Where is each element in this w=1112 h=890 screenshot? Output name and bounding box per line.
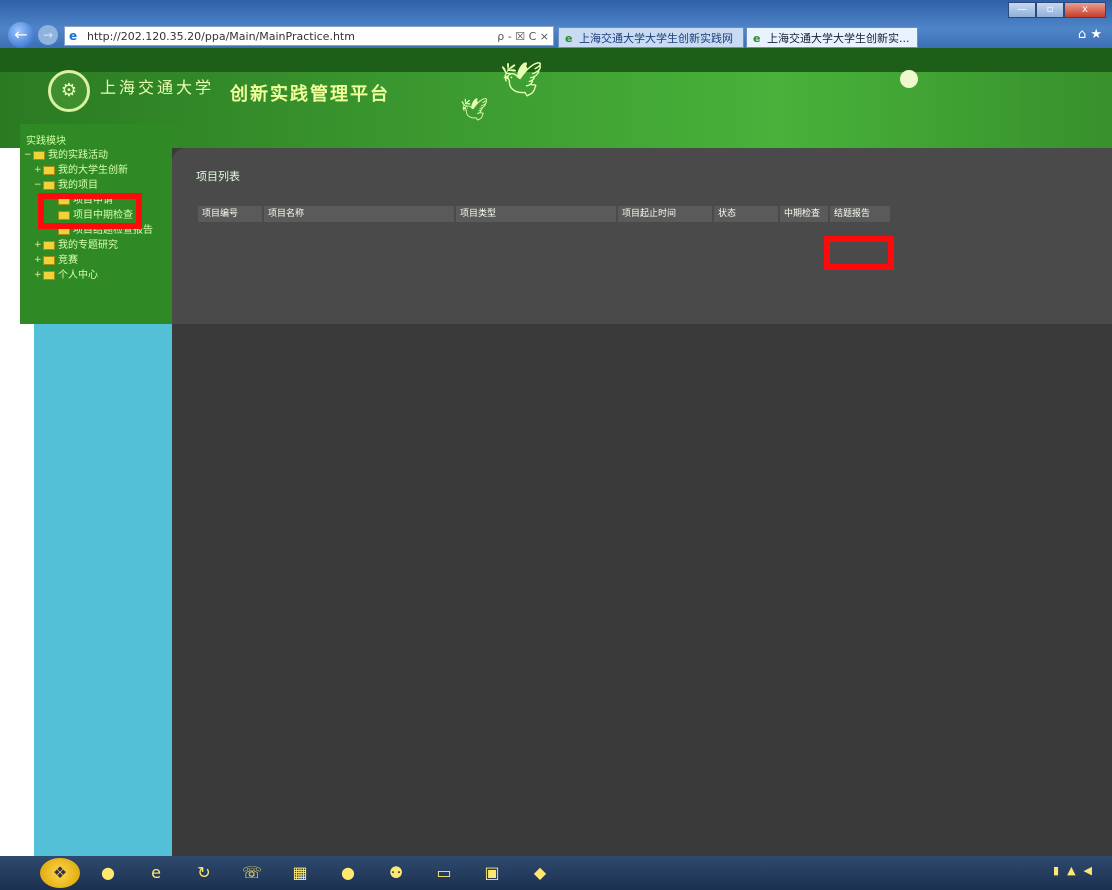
taskbar-app[interactable]: ●	[328, 858, 368, 888]
image-icon: ▣	[484, 863, 500, 882]
ie-tab-icon: e	[565, 32, 573, 45]
address-tools[interactable]: ρ - ☒ C ×	[497, 30, 553, 43]
expand-icon: +	[34, 240, 42, 250]
taskbar-app[interactable]: ▦	[280, 858, 320, 888]
table-row[interactable]	[198, 286, 918, 307]
browser-chrome: — ▫ x ← → e http://202.120.35.20/ppa/Mai…	[0, 0, 1112, 48]
table-row[interactable]	[198, 306, 918, 327]
folder-icon: ▭	[436, 863, 452, 882]
address-url[interactable]: http://202.120.35.20/ppa/Main/MainPracti…	[87, 30, 497, 43]
table-row[interactable]	[198, 347, 918, 368]
table-row[interactable]	[198, 224, 918, 245]
tree-item-practice[interactable]: − 我的实践活动	[24, 148, 153, 163]
arrow-right-icon: →	[42, 28, 54, 42]
folder-icon	[43, 271, 55, 280]
media-icon: ◆	[533, 863, 547, 882]
taskbar-app[interactable]: ⚉	[376, 858, 416, 888]
taskbar-app[interactable]: ●	[88, 858, 128, 888]
tree-item-innovation[interactable]: + 我的大学生创新	[24, 163, 153, 178]
start-button[interactable]: ❖	[40, 858, 80, 888]
column-header: 项目名称	[264, 206, 454, 222]
platform-title: 创新实践管理平台	[230, 84, 390, 105]
sidebar-column	[34, 324, 186, 856]
folder-icon	[43, 166, 55, 175]
ie-icon: e	[151, 863, 161, 882]
column-header: 中期检查	[780, 206, 828, 222]
taskbar-app[interactable]: ▭	[424, 858, 464, 888]
table-row[interactable]	[198, 327, 918, 348]
taskbar-app[interactable]: ▣	[472, 858, 512, 888]
column-header: 状态	[714, 206, 778, 222]
chart-icon: ▦	[292, 863, 308, 882]
browser-tab-2[interactable]: e 上海交通大学大学生创新实... ×	[746, 27, 918, 48]
table-header: 项目编号 项目名称 项目类型 项目起止时间 状态 中期检查 结题报告	[198, 206, 908, 222]
highlight-box-sidebar	[38, 193, 142, 229]
highlight-box-table	[824, 236, 894, 270]
restore-button[interactable]: ▫	[1036, 2, 1064, 18]
system-tray[interactable]: ▮ ▲ ◀	[1053, 864, 1092, 877]
round-icon	[900, 70, 918, 88]
tree-item-research[interactable]: + 我的专题研究	[24, 238, 153, 253]
toolbar-icons[interactable]: ⌂ ★	[1078, 27, 1102, 42]
column-header: 项目起止时间	[618, 206, 712, 222]
school-name: 上海交通大学	[100, 78, 215, 97]
user-icon: ●	[101, 863, 115, 882]
tree-item-personal[interactable]: + 个人中心	[24, 268, 153, 283]
window-controls: — ▫ x	[1008, 2, 1106, 18]
folder-icon	[43, 256, 55, 265]
expand-icon: −	[34, 180, 42, 190]
flag-icon: ▮	[1053, 864, 1060, 877]
windows-icon: ❖	[52, 863, 68, 882]
ie-tab-icon: e	[753, 32, 761, 45]
sidebar-title: 实践模块	[26, 136, 66, 147]
address-bar[interactable]: e http://202.120.35.20/ppa/Main/MainPrac…	[64, 26, 554, 46]
taskbar-app[interactable]: ◆	[520, 858, 560, 888]
taskbar-app[interactable]: ☏	[232, 858, 272, 888]
table-row[interactable]	[198, 245, 918, 266]
network-icon: ▲	[1067, 864, 1076, 877]
folder-icon	[43, 181, 55, 190]
minimize-button[interactable]: —	[1008, 2, 1036, 18]
header-band	[0, 48, 1112, 72]
expand-icon: −	[24, 150, 32, 160]
taskbar-app[interactable]: ↻	[184, 858, 224, 888]
forward-button[interactable]: →	[38, 25, 58, 45]
circle-icon: ●	[341, 863, 355, 882]
close-window-button[interactable]: x	[1064, 2, 1106, 18]
tree-item-contest[interactable]: + 竞赛	[24, 253, 153, 268]
school-logo: ⚙	[48, 70, 90, 112]
panel-title: 项目列表	[196, 170, 240, 183]
phone-icon: ☏	[241, 863, 262, 882]
tree-item-my-project[interactable]: − 我的项目	[24, 178, 153, 193]
folder-icon	[33, 151, 45, 160]
browser-tab-1[interactable]: e 上海交通大学大学生创新实践网	[558, 27, 744, 48]
column-header: 结题报告	[830, 206, 890, 222]
dove-icon: 🕊	[500, 60, 544, 100]
ie-icon: e	[69, 29, 78, 43]
expand-icon: +	[34, 165, 42, 175]
main-panel: 项目列表 项目编号 项目名称 项目类型 项目起止时间 状态 中期检查 结题报告	[172, 148, 1112, 856]
refresh-icon: ↻	[197, 863, 211, 882]
taskbar-app[interactable]: e	[136, 858, 176, 888]
taskbar: ❖ ● e ↻ ☏ ▦ ● ⚉ ▭ ▣ ◆ ▮ ▲ ◀	[0, 856, 1112, 890]
folder-icon	[43, 241, 55, 250]
column-header: 项目类型	[456, 206, 616, 222]
tab-label: 上海交通大学大学生创新实践网	[578, 32, 733, 45]
expand-icon: +	[34, 270, 42, 280]
people-icon: ⚉	[388, 863, 404, 882]
table-row[interactable]	[198, 368, 918, 389]
table-row[interactable]	[198, 265, 918, 286]
column-header: 项目编号	[198, 206, 262, 222]
tab-label: 上海交通大学大学生创新实...	[766, 32, 910, 45]
arrow-left-icon: ←	[14, 25, 28, 44]
back-button[interactable]: ←	[8, 22, 34, 48]
table-body	[198, 224, 918, 388]
dove-icon: 🕊	[460, 98, 488, 123]
close-tab-icon[interactable]: ×	[917, 32, 918, 45]
expand-icon: +	[34, 255, 42, 265]
volume-icon: ◀	[1083, 864, 1092, 877]
